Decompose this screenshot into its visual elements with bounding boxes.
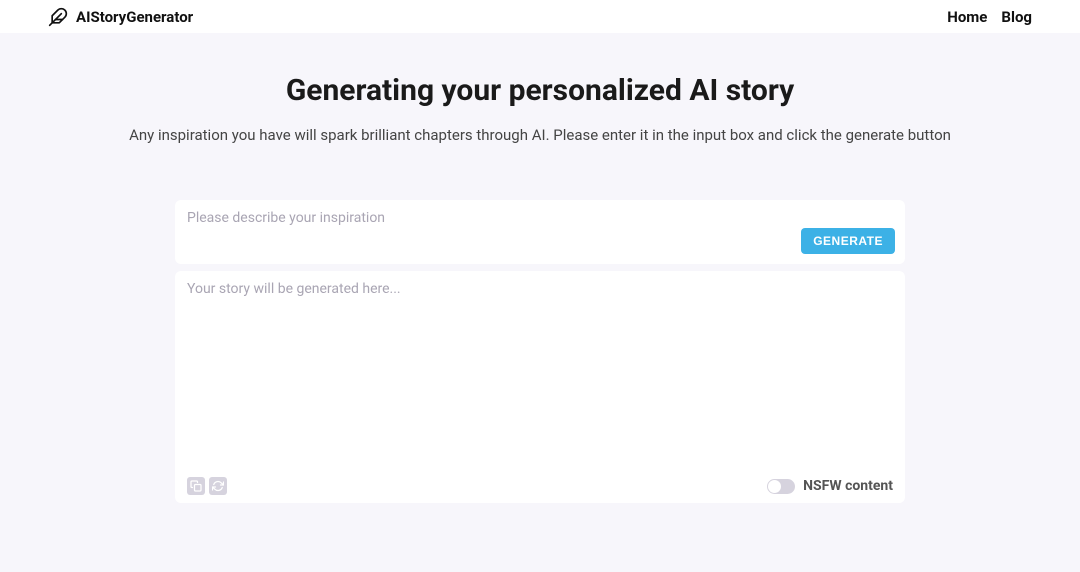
nav-blog[interactable]: Blog	[1001, 8, 1032, 26]
nav: Home Blog	[947, 8, 1032, 26]
nsfw-control: NSFW content	[767, 478, 893, 494]
nav-home[interactable]: Home	[947, 8, 987, 26]
refresh-icon	[212, 477, 224, 496]
main: Generating your personalized AI story An…	[0, 33, 1080, 572]
inspiration-input[interactable]	[187, 210, 895, 250]
output-actions	[187, 477, 227, 495]
content: GENERATE Your story will be generated he…	[175, 200, 905, 503]
logo[interactable]: AIStoryGenerator	[48, 7, 193, 27]
input-card: GENERATE	[175, 200, 905, 264]
page-subtitle: Any inspiration you have will spark bril…	[129, 126, 951, 144]
output-footer: NSFW content	[187, 477, 893, 495]
header: AIStoryGenerator Home Blog	[0, 0, 1080, 33]
nsfw-label: NSFW content	[803, 478, 893, 494]
output-card: Your story will be generated here...	[175, 271, 905, 503]
copy-icon	[190, 477, 202, 496]
output-placeholder: Your story will be generated here...	[187, 281, 893, 477]
generate-button[interactable]: GENERATE	[801, 228, 895, 254]
brand-name: AIStoryGenerator	[76, 8, 193, 26]
page-title: Generating your personalized AI story	[286, 73, 794, 108]
copy-button[interactable]	[187, 477, 205, 495]
regenerate-button[interactable]	[209, 477, 227, 495]
feather-icon	[48, 7, 68, 27]
nsfw-toggle[interactable]	[767, 479, 795, 494]
